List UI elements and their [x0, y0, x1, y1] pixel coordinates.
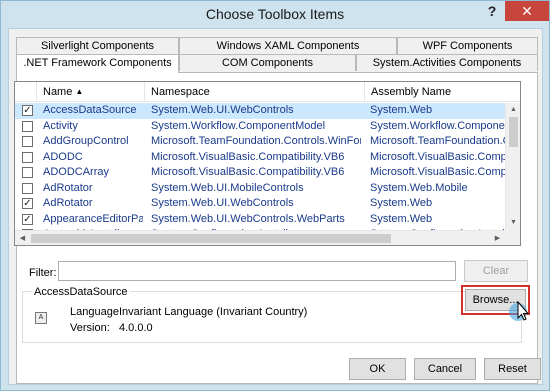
row-name: AdRotator: [43, 181, 93, 194]
row-assembly-name: System.Web.Mobile: [370, 181, 468, 194]
table-row[interactable]: AdRotator System.Web.UI.MobileControls Sys…: [15, 181, 520, 197]
assembly-icon: A: [35, 312, 47, 324]
version-value: 4.0.0.0: [119, 322, 153, 334]
table-row[interactable]: ✓ AccessDataSource System.Web.UI.WebContro…: [15, 103, 520, 119]
table-row[interactable]: ✓ AppearanceEditorPart System.Web.UI.WebCo…: [15, 212, 520, 228]
row-namespace: System.Workflow.ComponentModel: [151, 119, 326, 132]
vertical-scrollbar[interactable]: ▲ ▼: [505, 103, 520, 230]
scroll-right-icon[interactable]: ▶: [490, 231, 505, 245]
ok-button[interactable]: OK: [349, 358, 406, 380]
language-label: Language:: [70, 306, 122, 318]
header-check-column: [15, 82, 37, 102]
row-checkbox[interactable]: [22, 120, 33, 132]
components-list[interactable]: Name ▲ Namespace Assembly Name ✓ AccessDat…: [14, 81, 521, 246]
scroll-down-icon[interactable]: ▼: [506, 216, 520, 230]
table-row[interactable]: ADODC Microsoft.VisualBasic.Compatibility…: [15, 150, 520, 166]
row-namespace: System.Web.UI.WebControls: [151, 197, 294, 209]
filter-label: Filter:: [29, 267, 57, 279]
header-name[interactable]: Name ▲: [37, 82, 145, 102]
scroll-left-icon[interactable]: ◀: [15, 231, 30, 245]
row-checkbox[interactable]: [22, 182, 33, 194]
row-assembly-name: System.Web: [370, 212, 433, 225]
help-button[interactable]: ?: [481, 3, 503, 21]
close-button[interactable]: ✕: [505, 1, 549, 21]
row-name: ADODCArray: [43, 166, 110, 178]
dialog-title: Choose Toolbox Items: [205, 6, 345, 22]
row-name: AddGroupControl: [43, 135, 129, 147]
scroll-up-icon[interactable]: ▲: [506, 103, 520, 117]
tab-wpf-components[interactable]: WPF Components: [397, 37, 538, 54]
filter-input[interactable]: [58, 261, 456, 281]
horizontal-scrollbar[interactable]: ◀ ▶: [15, 230, 505, 245]
row-namespace: Microsoft.TeamFoundation.Controls.WinFor…: [151, 135, 361, 147]
row-checkbox[interactable]: [22, 151, 33, 163]
tab-system-activities-components[interactable]: System.Activities Components: [356, 54, 538, 71]
table-row[interactable]: Activity System.Workflow.ComponentModel Sy…: [15, 119, 520, 135]
row-checkbox[interactable]: ✓: [22, 198, 33, 209]
row-name: Activity: [43, 119, 78, 132]
vertical-scroll-thumb[interactable]: [509, 117, 518, 147]
horizontal-scroll-thumb[interactable]: [31, 234, 391, 243]
row-assembly-name: Microsoft.TeamFoundation.Contr: [370, 135, 505, 147]
row-name: AppearanceEditorPart: [43, 212, 143, 225]
tab-net-framework-components[interactable]: .NET Framework Components: [16, 54, 179, 73]
row-checkbox[interactable]: ✓: [22, 105, 33, 116]
dialog-window: Choose Toolbox Items ? ✕ Silverlight Com…: [0, 0, 550, 391]
row-checkbox[interactable]: [22, 136, 33, 147]
row-assembly-name: System.Workflow.ComponentMod: [370, 119, 505, 132]
tab-silverlight-components[interactable]: Silverlight Components: [16, 37, 179, 54]
tab-windows-xaml-components[interactable]: Windows XAML Components: [179, 37, 397, 54]
row-assembly-name: Microsoft.VisualBasic.Compatibi: [370, 150, 505, 163]
row-assembly-name: System.Web: [370, 104, 433, 116]
table-row[interactable]: AddGroupControl Microsoft.TeamFoundation.…: [15, 134, 520, 150]
row-namespace: System.Web.UI.WebControls: [151, 104, 294, 116]
row-checkbox[interactable]: ✓: [22, 213, 33, 225]
row-namespace: System.Web.UI.MobileControls: [151, 181, 304, 194]
row-name: ADODC: [43, 150, 83, 163]
row-assembly-name: System.Web: [370, 197, 433, 209]
row-namespace: Microsoft.VisualBasic.Compatibility.VB6: [151, 150, 345, 163]
mouse-cursor-icon: [509, 300, 530, 321]
title-bar: Choose Toolbox Items ? ✕: [1, 1, 549, 27]
tab-com-components[interactable]: COM Components: [179, 54, 356, 71]
scroll-corner: [505, 230, 520, 245]
cancel-button[interactable]: Cancel: [414, 358, 476, 380]
clear-button[interactable]: Clear: [464, 260, 528, 282]
version-label: Version:: [70, 322, 110, 334]
row-name: AdRotator: [43, 197, 93, 209]
sort-ascending-icon: ▲: [75, 87, 84, 96]
row-name: AccessDataSource: [43, 104, 137, 116]
table-row[interactable]: ADODCArray Microsoft.VisualBasic.Compatib…: [15, 165, 520, 181]
list-rows: ✓ AccessDataSource System.Web.UI.WebContro…: [15, 103, 520, 245]
header-assembly-name[interactable]: Assembly Name: [365, 82, 520, 102]
row-checkbox[interactable]: [22, 167, 33, 178]
language-value: Invariant Language (Invariant Country): [119, 306, 308, 318]
details-legend: AccessDataSource: [32, 286, 130, 298]
reset-button[interactable]: Reset: [484, 358, 541, 380]
row-namespace: Microsoft.VisualBasic.Compatibility.VB6: [151, 166, 345, 178]
table-row[interactable]: ✓ AdRotator System.Web.UI.WebControls Syste…: [15, 196, 520, 212]
row-namespace: System.Web.UI.WebControls.WebParts: [151, 212, 345, 225]
header-namespace[interactable]: Namespace: [145, 82, 365, 102]
list-header: Name ▲ Namespace Assembly Name: [15, 82, 520, 102]
row-assembly-name: Microsoft.VisualBasic.Compatibi: [370, 166, 505, 178]
header-name-label: Name: [43, 86, 73, 98]
